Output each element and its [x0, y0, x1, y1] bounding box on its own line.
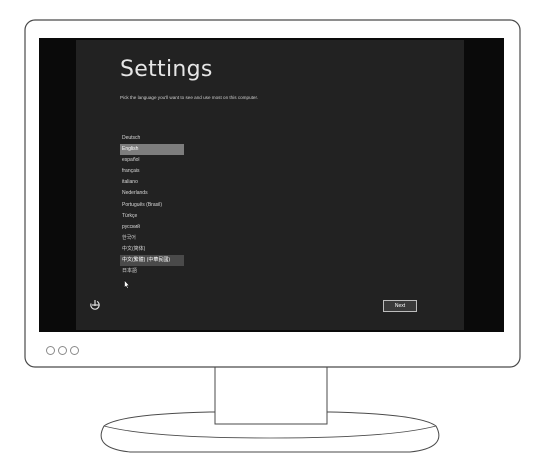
language-option[interactable]: 中文(繁體) (中華民國)	[120, 255, 184, 267]
language-option[interactable]: Nederlands	[120, 188, 184, 199]
language-option[interactable]: English	[120, 144, 184, 156]
language-option[interactable]: 中文(简体)	[120, 244, 184, 255]
bezel-button[interactable]	[58, 346, 67, 355]
language-option[interactable]: Deutsch	[120, 133, 184, 144]
language-option[interactable]: Português (Brasil)	[120, 200, 184, 211]
language-option[interactable]: français	[120, 166, 184, 177]
language-list: Deutsch English español français italiano Ned…	[120, 133, 184, 277]
language-option[interactable]: Türkçe	[120, 211, 184, 222]
language-option[interactable]: español	[120, 155, 184, 166]
language-option[interactable]: italiano	[120, 177, 184, 188]
bezel-button[interactable]	[70, 346, 79, 355]
setup-window: Settings Pick the language you'll want t…	[76, 40, 464, 330]
mouse-cursor-icon	[124, 280, 130, 289]
page-subtitle: Pick the language you'll want to see and…	[120, 95, 259, 100]
language-option[interactable]: 한국어	[120, 233, 184, 244]
monitor-screen: Settings Pick the language you'll want t…	[39, 38, 504, 332]
ease-of-access-icon[interactable]	[89, 299, 101, 311]
language-option[interactable]: русский	[120, 222, 184, 233]
monitor-neck	[214, 365, 328, 425]
next-button[interactable]: Next	[383, 300, 417, 312]
page-title: Settings	[120, 57, 213, 82]
language-option[interactable]: 日本語	[120, 266, 184, 277]
bezel-button[interactable]	[46, 346, 55, 355]
